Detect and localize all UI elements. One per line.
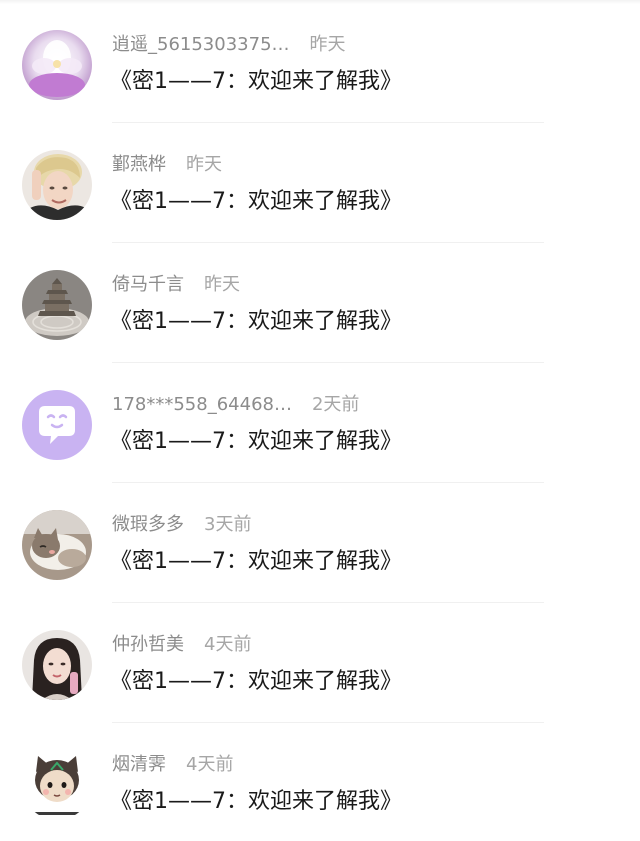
message-time: 昨天 xyxy=(309,34,346,55)
message-preview: 《密1——7：欢迎来了解我》 xyxy=(110,669,402,694)
woman-portrait-avatar-icon[interactable] xyxy=(22,630,92,700)
conversation-item[interactable]: 烟清霁 4天前 《密1——7：欢迎来了解我》 xyxy=(0,723,640,841)
pagoda-sand-avatar-icon[interactable] xyxy=(22,270,92,340)
message-time: 2天前 xyxy=(311,394,360,415)
chat-bubble-default-avatar-icon[interactable] xyxy=(22,390,92,460)
flower-avatar-icon[interactable] xyxy=(22,30,92,100)
message-preview: 《密1——7：欢迎来了解我》 xyxy=(110,69,402,94)
message-preview: 《密1——7：欢迎来了解我》 xyxy=(110,789,402,814)
contact-name: 逍遥_5615303375… xyxy=(112,34,290,55)
conversation-item[interactable]: 倚马千言 昨天 《密1——7：欢迎来了解我》 xyxy=(0,243,640,363)
conversation-item[interactable]: 逍遥_5615303375… 昨天 《密1——7：欢迎来了解我》 xyxy=(0,3,640,123)
conversation-item[interactable]: 鄞燕桦 昨天 《密1——7：欢迎来了解我》 xyxy=(0,123,640,243)
conversation-item[interactable]: 仲孙哲美 4天前 《密1——7：欢迎来了解我》 xyxy=(0,603,640,723)
message-preview: 《密1——7：欢迎来了解我》 xyxy=(110,429,402,454)
cat-avatar-icon[interactable] xyxy=(22,510,92,580)
conversation-item[interactable]: 178***558_64468… 2天前 《密1——7：欢迎来了解我》 xyxy=(0,363,640,483)
contact-name: 倚马千言 xyxy=(112,274,184,295)
message-preview: 《密1——7：欢迎来了解我》 xyxy=(110,549,402,574)
contact-name: 178***558_64468… xyxy=(112,394,292,415)
contact-name: 仲孙哲美 xyxy=(112,634,184,655)
message-time: 3天前 xyxy=(204,514,252,535)
contact-name: 烟清霁 xyxy=(112,754,166,775)
conversation-meta: 烟清霁 4天前 xyxy=(112,753,233,777)
message-list-page: 逍遥_5615303375… 昨天 《密1——7：欢迎来了解我》 鄞燕桦 昨天 《密… xyxy=(0,0,640,841)
message-time: 4天前 xyxy=(186,754,234,775)
conversation-item[interactable]: 微瑕多多 3天前 《密1——7：欢迎来了解我》 xyxy=(0,483,640,603)
contact-name: 微瑕多多 xyxy=(112,514,184,535)
message-time: 昨天 xyxy=(204,274,240,295)
blonde-man-avatar-icon[interactable] xyxy=(22,150,92,220)
cartoon-girl-avatar-icon[interactable] xyxy=(22,750,92,820)
conversation-meta: 倚马千言 昨天 xyxy=(112,273,240,297)
conversation-meta: 仲孙哲美 4天前 xyxy=(112,633,251,657)
conversation-meta: 微瑕多多 3天前 xyxy=(112,513,251,537)
conversation-meta: 178***558_64468… 2天前 xyxy=(112,393,359,417)
conversation-meta: 逍遥_5615303375… 昨天 xyxy=(112,33,346,57)
message-time: 昨天 xyxy=(186,154,222,175)
conversation-meta: 鄞燕桦 昨天 xyxy=(112,153,222,177)
message-preview: 《密1——7：欢迎来了解我》 xyxy=(110,189,402,214)
message-time: 4天前 xyxy=(204,634,252,655)
contact-name: 鄞燕桦 xyxy=(112,154,166,175)
message-preview: 《密1——7：欢迎来了解我》 xyxy=(110,309,402,334)
